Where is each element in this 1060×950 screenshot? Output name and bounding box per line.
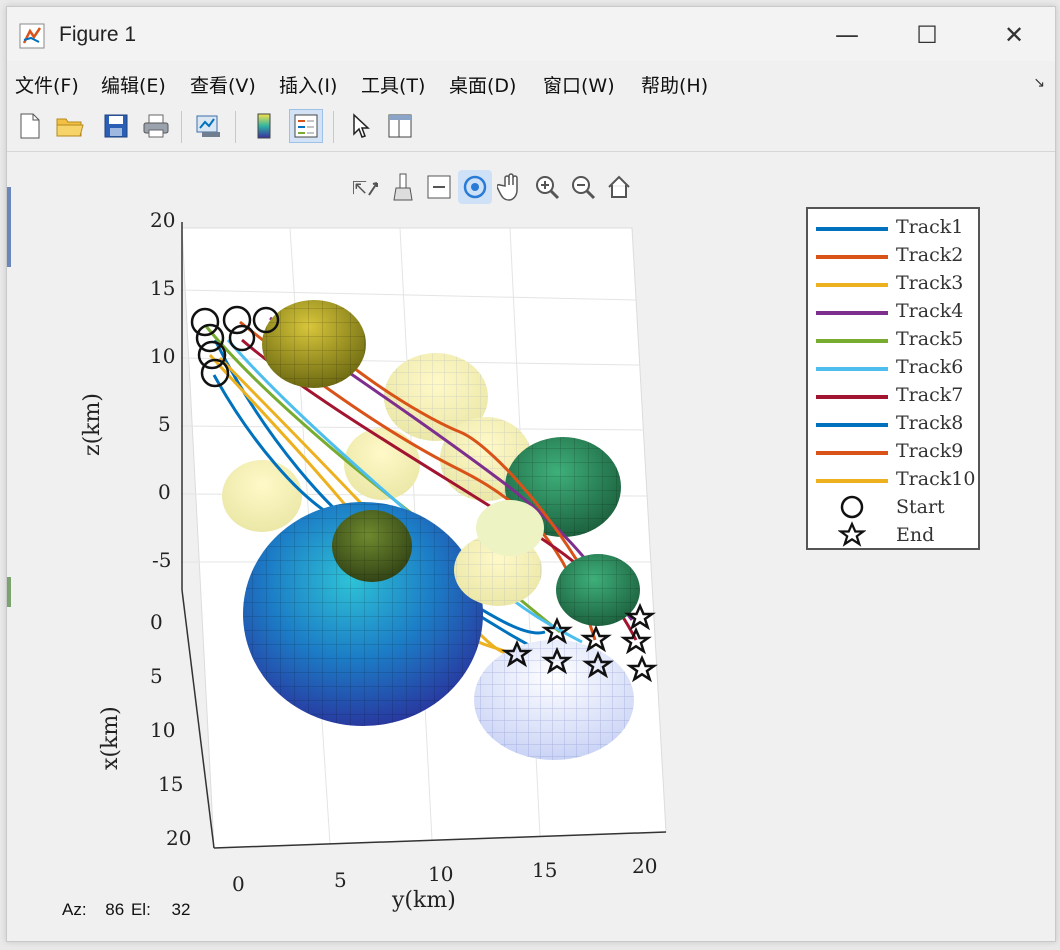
legend-entry: Start (808, 493, 978, 521)
link-plot-icon[interactable] (191, 109, 225, 143)
home-icon[interactable] (602, 170, 636, 204)
view-status: Az: 86 El: 32 (62, 900, 190, 920)
left-edge-strip (7, 157, 13, 937)
elevation-value: 32 (171, 900, 191, 919)
y-tick-label: 20 (632, 854, 658, 878)
x-tick-label: 5 (150, 664, 163, 688)
menu-desktop[interactable]: 桌面(D) (449, 71, 516, 98)
z-tick-label: -5 (152, 548, 172, 572)
menu-window[interactable]: 窗口(W) (543, 71, 615, 98)
menu-tools[interactable]: 工具(T) (361, 71, 425, 98)
legend-entry: End (808, 521, 978, 549)
legend-entry: Track4 (808, 297, 978, 325)
legend-entry: Track3 (808, 269, 978, 297)
rotate-icon[interactable] (458, 170, 492, 204)
figure-toolbar (7, 103, 1055, 152)
menu-edit[interactable]: 编辑(E) (101, 71, 166, 98)
menu-help[interactable]: 帮助(H) (641, 71, 708, 98)
y-tick-label: 5 (334, 868, 347, 892)
datatip-icon[interactable] (422, 170, 456, 204)
legend-entry: Track1 (808, 213, 978, 241)
legend-entry: Track7 (808, 381, 978, 409)
minimize-button[interactable]: — (822, 15, 872, 55)
z-tick-label: 5 (158, 412, 171, 436)
brush-icon[interactable] (386, 170, 420, 204)
matlab-figure-icon (19, 23, 45, 49)
svg-text:⇱: ⇱ (352, 178, 367, 199)
close-button[interactable]: ✕ (989, 15, 1039, 55)
legend-entry: Track9 (808, 437, 978, 465)
y-tick-label: 15 (532, 858, 558, 882)
legend-icon[interactable] (289, 109, 323, 143)
legend-entry: Track10 (808, 465, 978, 493)
z-tick-label: 10 (150, 344, 176, 368)
zoom-out-icon[interactable] (566, 170, 600, 204)
pointer-icon[interactable] (343, 109, 377, 143)
zoom-in-icon[interactable] (530, 170, 564, 204)
open-folder-icon[interactable] (53, 109, 87, 143)
z-tick-label: 20 (150, 208, 176, 232)
new-file-icon[interactable] (13, 109, 47, 143)
x-tick-label: 15 (158, 772, 184, 796)
azimuth-label: Az: (62, 900, 87, 919)
circle-marker-icon (840, 495, 864, 519)
z-tick-label: 15 (150, 276, 176, 300)
y-tick-label: 10 (428, 862, 454, 886)
legend-entry: Track5 (808, 325, 978, 353)
menu-bar: 文件(F) 编辑(E) 查看(V) 插入(I) 工具(T) 桌面(D) 窗口(W… (7, 65, 1055, 99)
x-tick-label: 20 (166, 826, 192, 850)
dock-arrow-icon[interactable]: ↘ (1033, 75, 1045, 91)
menu-file[interactable]: 文件(F) (15, 71, 79, 98)
x-tick-label: 10 (150, 718, 176, 742)
maximize-button[interactable]: ☐ (902, 15, 952, 55)
minimize-icon: — (835, 21, 859, 49)
x-tick-label: 0 (150, 610, 163, 634)
elevation-label: El: (130, 900, 151, 919)
axes-toolbar: ⇱ (350, 168, 636, 206)
print-icon[interactable] (139, 109, 173, 143)
y-tick-label: 0 (232, 872, 245, 896)
legend-entry: Track6 (808, 353, 978, 381)
pan-icon[interactable] (494, 170, 528, 204)
menu-view[interactable]: 查看(V) (190, 71, 256, 98)
x-axis-label: x(km) (98, 706, 123, 770)
colorbar-icon[interactable] (247, 109, 281, 143)
close-icon: ✕ (1003, 21, 1025, 49)
menu-insert[interactable]: 插入(I) (279, 71, 337, 98)
save-icon[interactable] (99, 109, 133, 143)
z-tick-label: 0 (158, 480, 171, 504)
export-icon[interactable]: ⇱ (350, 170, 384, 204)
legend-entry: Track8 (808, 409, 978, 437)
title-bar: Figure 1 — ☐ ✕ (7, 7, 1055, 61)
z-axis-label: z(km) (80, 393, 105, 456)
azimuth-value: 86 (105, 900, 125, 919)
y-axis-label: y(km) (392, 888, 456, 913)
property-editor-icon[interactable] (383, 109, 417, 143)
window-title: Figure 1 (59, 23, 137, 46)
star-marker-icon (838, 521, 866, 547)
maximize-icon: ☐ (916, 21, 938, 49)
legend-entry: Track2 (808, 241, 978, 269)
legend[interactable]: Track1 Track2 Track3 Track4 Track5 Track… (806, 207, 980, 550)
